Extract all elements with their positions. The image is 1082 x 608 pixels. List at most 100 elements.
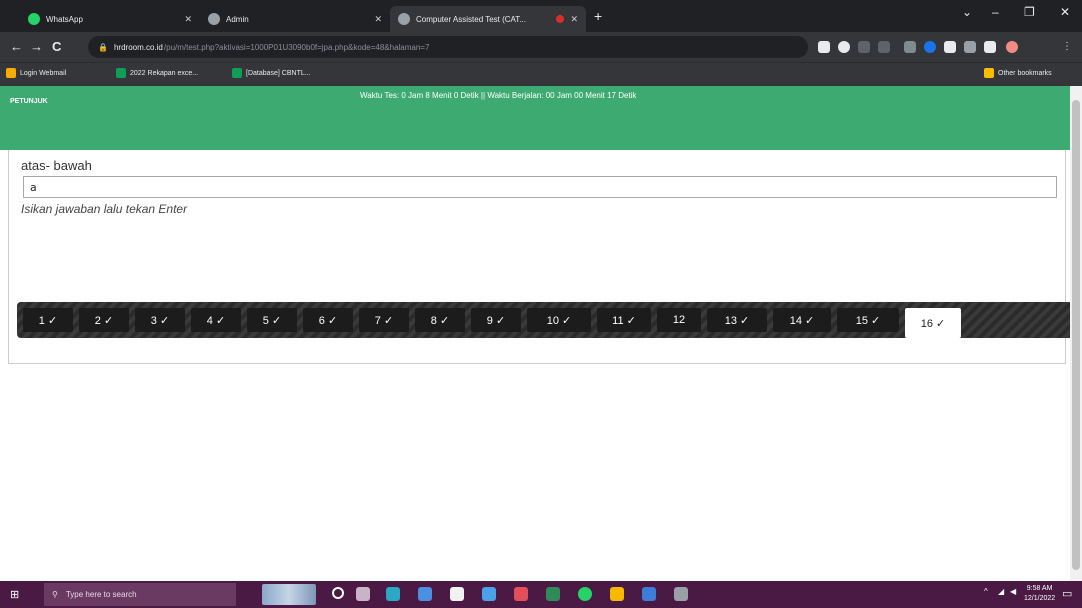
avatar[interactable] [1006, 41, 1018, 53]
url-field[interactable]: 🔒 hrdroom.co.id /pu/m/test.php?aktivasi=… [88, 36, 808, 58]
star-icon[interactable] [878, 41, 890, 53]
question-nav-button[interactable]: 6 ✓ [303, 308, 353, 332]
question-nav-button[interactable]: 2 ✓ [79, 308, 129, 332]
taskbar-clock[interactable]: 9:58 AM 12/1/2022 [1024, 584, 1055, 604]
question-nav-button[interactable]: 12 [657, 308, 701, 332]
restore-button[interactable]: ❐ [1024, 5, 1035, 19]
close-icon[interactable]: ✕ [570, 14, 578, 25]
whatsapp-icon[interactable] [578, 587, 592, 601]
share-icon[interactable] [858, 41, 870, 53]
close-icon[interactable]: ✕ [184, 14, 192, 25]
media-icon[interactable] [964, 41, 976, 53]
search-highlight-image[interactable] [262, 584, 316, 605]
sheets-icon [116, 68, 126, 78]
question-nav-button[interactable]: 7 ✓ [359, 308, 409, 332]
question-nav-button[interactable]: 15 ✓ [837, 308, 899, 332]
bookmarks-bar: Login Webmail 2022 Rekapan exce... [Data… [0, 62, 1082, 86]
question-nav-button[interactable]: 4 ✓ [191, 308, 241, 332]
tab-label: WhatsApp [46, 14, 83, 24]
menu-icon[interactable]: ⋮ [1062, 41, 1072, 53]
bookmark-label: [Database] CBNTL... [246, 69, 311, 77]
timer-text: Waktu Tes: 0 Jam 8 Menit 0 Detik || Wakt… [360, 91, 637, 100]
question-nav-button[interactable]: 5 ✓ [247, 308, 297, 332]
cortana-icon[interactable] [332, 587, 344, 599]
task-view-icon[interactable] [356, 587, 370, 601]
extension-icon[interactable] [904, 41, 916, 53]
search-icon: ⚲ [52, 590, 58, 599]
bookmark-label: 2022 Rekapan exce... [130, 69, 199, 77]
question-nav-button[interactable]: 16 ✓ [905, 308, 961, 338]
question-navigation: 1 ✓ 2 ✓ 3 ✓ 4 ✓ 5 ✓ 6 ✓ 7 ✓ 8 ✓ 9 ✓ 10 ✓ 11 ✓ 12 13 … [17, 302, 1073, 338]
windows-taskbar: ⊞ ⚲ Type here to search ^ ◢ ◀ 9:58 AM 12… [0, 581, 1082, 608]
notification-icon[interactable]: ▭ [1062, 587, 1072, 600]
back-button[interactable]: ← [10, 39, 23, 54]
clock-time: 9:58 AM [1026, 585, 1053, 592]
tab-label: Computer Assisted Test (CAT... [416, 14, 526, 24]
reload-button[interactable]: C [52, 39, 61, 54]
page-scrollbar[interactable] [1070, 86, 1082, 581]
close-window-button[interactable]: ✕ [1060, 5, 1070, 19]
tray-chevron-icon[interactable]: ^ [984, 587, 988, 596]
extension-icon[interactable] [924, 41, 936, 53]
taskbar-search[interactable]: ⚲ Type here to search [44, 583, 236, 606]
webmail-icon [6, 68, 16, 78]
new-tab-button[interactable]: + [594, 8, 602, 24]
chrome-icon[interactable] [610, 587, 624, 601]
question-nav-button[interactable]: 3 ✓ [135, 308, 185, 332]
browser-tab-bar: WhatsApp ✕ Admin ✕ Computer Assisted Tes… [0, 0, 1082, 32]
tab-label: Admin [226, 14, 249, 24]
windows-start-icon[interactable]: ⊞ [10, 588, 19, 601]
edge-icon[interactable] [386, 587, 400, 601]
tab-search-icon[interactable]: ⌄ [962, 5, 972, 19]
globe-icon [398, 13, 410, 25]
excel-icon[interactable] [546, 587, 560, 601]
address-bar-row: ← → C 🔒 hrdroom.co.id /pu/m/test.php?akt… [0, 32, 1082, 62]
question-nav-button[interactable]: 9 ✓ [471, 308, 521, 332]
whatsapp-icon [28, 13, 40, 25]
bookmark-login-webmail[interactable]: Login Webmail [6, 68, 66, 78]
network-icon[interactable]: ◢ [998, 587, 1004, 596]
question-nav-button[interactable]: 11 ✓ [597, 308, 651, 332]
paint-icon[interactable] [674, 587, 688, 601]
question-text: atas- bawah [21, 158, 92, 173]
store-icon[interactable] [450, 587, 464, 601]
minimize-button[interactable]: – [992, 5, 999, 19]
close-icon[interactable]: ✕ [374, 14, 382, 25]
answer-input[interactable] [23, 176, 1057, 198]
puzzle-icon[interactable] [944, 41, 956, 53]
bookmark-database[interactable]: [Database] CBNTL... [232, 68, 311, 78]
question-nav-button[interactable]: 1 ✓ [23, 308, 73, 332]
sheets-icon [232, 68, 242, 78]
url-domain: hrdroom.co.id [113, 42, 163, 52]
other-bookmarks[interactable]: Other bookmarks [984, 68, 1052, 78]
bookmark-rekapan[interactable]: 2022 Rekapan exce... [116, 68, 198, 78]
mail-icon[interactable] [418, 587, 432, 601]
recording-icon [556, 15, 565, 23]
sidebar-icon[interactable] [984, 41, 996, 53]
camera-icon[interactable] [818, 41, 830, 53]
test-page: PETUNJUK Waktu Tes: 0 Jam 8 Menit 0 Deti… [0, 86, 1073, 581]
url-path: /pu/m/test.php?aktivasi=1000P01U3090b0f=… [163, 42, 430, 52]
tab-admin[interactable]: Admin ✕ [200, 6, 390, 32]
file-explorer-icon[interactable] [482, 587, 496, 601]
other-bookmarks-label: Other bookmarks [998, 69, 1052, 77]
tab-cat-test[interactable]: Computer Assisted Test (CAT... ✕ [390, 6, 586, 32]
lock-icon: 🔒 [98, 42, 108, 52]
forward-button[interactable]: → [30, 39, 43, 54]
volume-icon[interactable]: ◀ [1010, 587, 1016, 596]
petunjuk-link[interactable]: PETUNJUK [10, 98, 48, 105]
question-nav-button[interactable]: 14 ✓ [773, 308, 831, 332]
app-icon[interactable] [514, 587, 528, 601]
question-nav-button[interactable]: 13 ✓ [707, 308, 767, 332]
question-nav-button[interactable]: 8 ✓ [415, 308, 465, 332]
google-lens-icon[interactable] [838, 41, 850, 53]
question-nav-button[interactable]: 10 ✓ [527, 308, 591, 332]
bookmark-label: Login Webmail [20, 69, 67, 77]
scrollbar-thumb[interactable] [1072, 100, 1080, 570]
tab-whatsapp[interactable]: WhatsApp ✕ [20, 6, 200, 32]
clock-date: 12/1/2022 [1024, 595, 1056, 602]
app-icon[interactable] [642, 587, 656, 601]
search-placeholder: Type here to search [65, 590, 137, 599]
question-card: atas- bawah Isikan jawaban lalu tekan En… [8, 150, 1073, 364]
answer-hint: Isikan jawaban lalu tekan Enter [21, 202, 188, 216]
